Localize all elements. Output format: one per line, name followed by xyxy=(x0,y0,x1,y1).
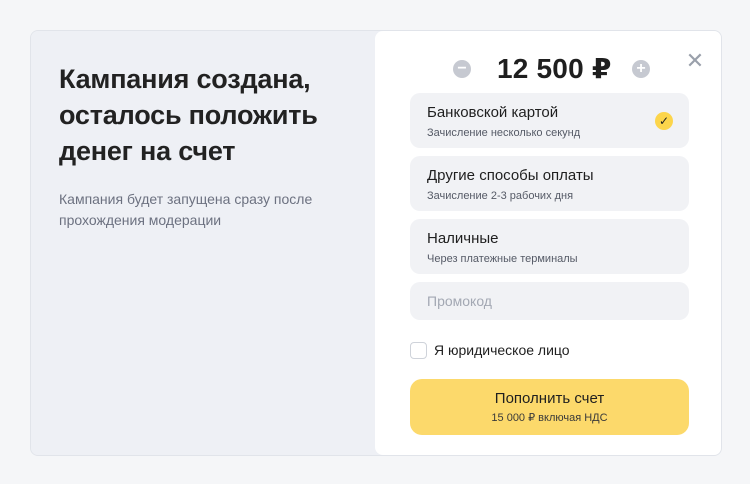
close-icon: ✕ xyxy=(685,48,705,73)
top-up-sublabel: 15 000 ₽ включая НДС xyxy=(491,412,608,424)
payment-panel: − 12 500 ₽ + ✕ Банковской картой Зачисле… xyxy=(375,31,721,455)
amount-value: 12 500 ₽ xyxy=(497,53,612,84)
amount-stepper: − 12 500 ₽ + xyxy=(375,51,721,87)
close-button[interactable]: ✕ xyxy=(685,48,705,73)
payment-option-card[interactable]: Банковской картой Зачисление несколько с… xyxy=(410,93,689,148)
legal-entity-label: Я юридическое лицо xyxy=(434,342,570,358)
info-panel: Кампания создана, осталось положить дене… xyxy=(31,31,375,455)
legal-entity-checkbox[interactable]: Я юридическое лицо xyxy=(410,341,570,359)
checkbox-box[interactable] xyxy=(410,341,427,359)
payment-option-title: Другие способы оплаты xyxy=(427,167,594,184)
checkmark-icon: ✓ xyxy=(655,112,673,130)
payment-option-subtitle: Зачисление 2-3 рабочих дня xyxy=(427,190,574,202)
increase-amount-button[interactable]: + xyxy=(632,60,650,78)
payment-option-title: Банковской картой xyxy=(427,104,559,121)
top-up-button[interactable]: Пополнить счет 15 000 ₽ включая НДС xyxy=(410,379,689,435)
promo-code-input[interactable] xyxy=(410,282,689,320)
payment-option-subtitle: Через платежные терминалы xyxy=(427,253,578,265)
plus-icon: + xyxy=(636,60,646,77)
payment-option-cash[interactable]: Наличные Через платежные терминалы xyxy=(410,219,689,274)
decrease-amount-button[interactable]: − xyxy=(453,60,471,78)
page-subtitle: Кампания будет запущена сразу после прох… xyxy=(59,191,313,228)
top-up-label: Пополнить счет xyxy=(494,390,605,407)
payment-option-other[interactable]: Другие способы оплаты Зачисление 2-3 раб… xyxy=(410,156,689,211)
minus-icon: − xyxy=(457,60,467,77)
payment-modal: Кампания создана, осталось положить дене… xyxy=(30,30,722,456)
payment-option-title: Наличные xyxy=(427,230,499,247)
payment-option-subtitle: Зачисление несколько секунд xyxy=(427,127,581,139)
page-title: Кампания создана, осталось положить дене… xyxy=(59,64,318,166)
